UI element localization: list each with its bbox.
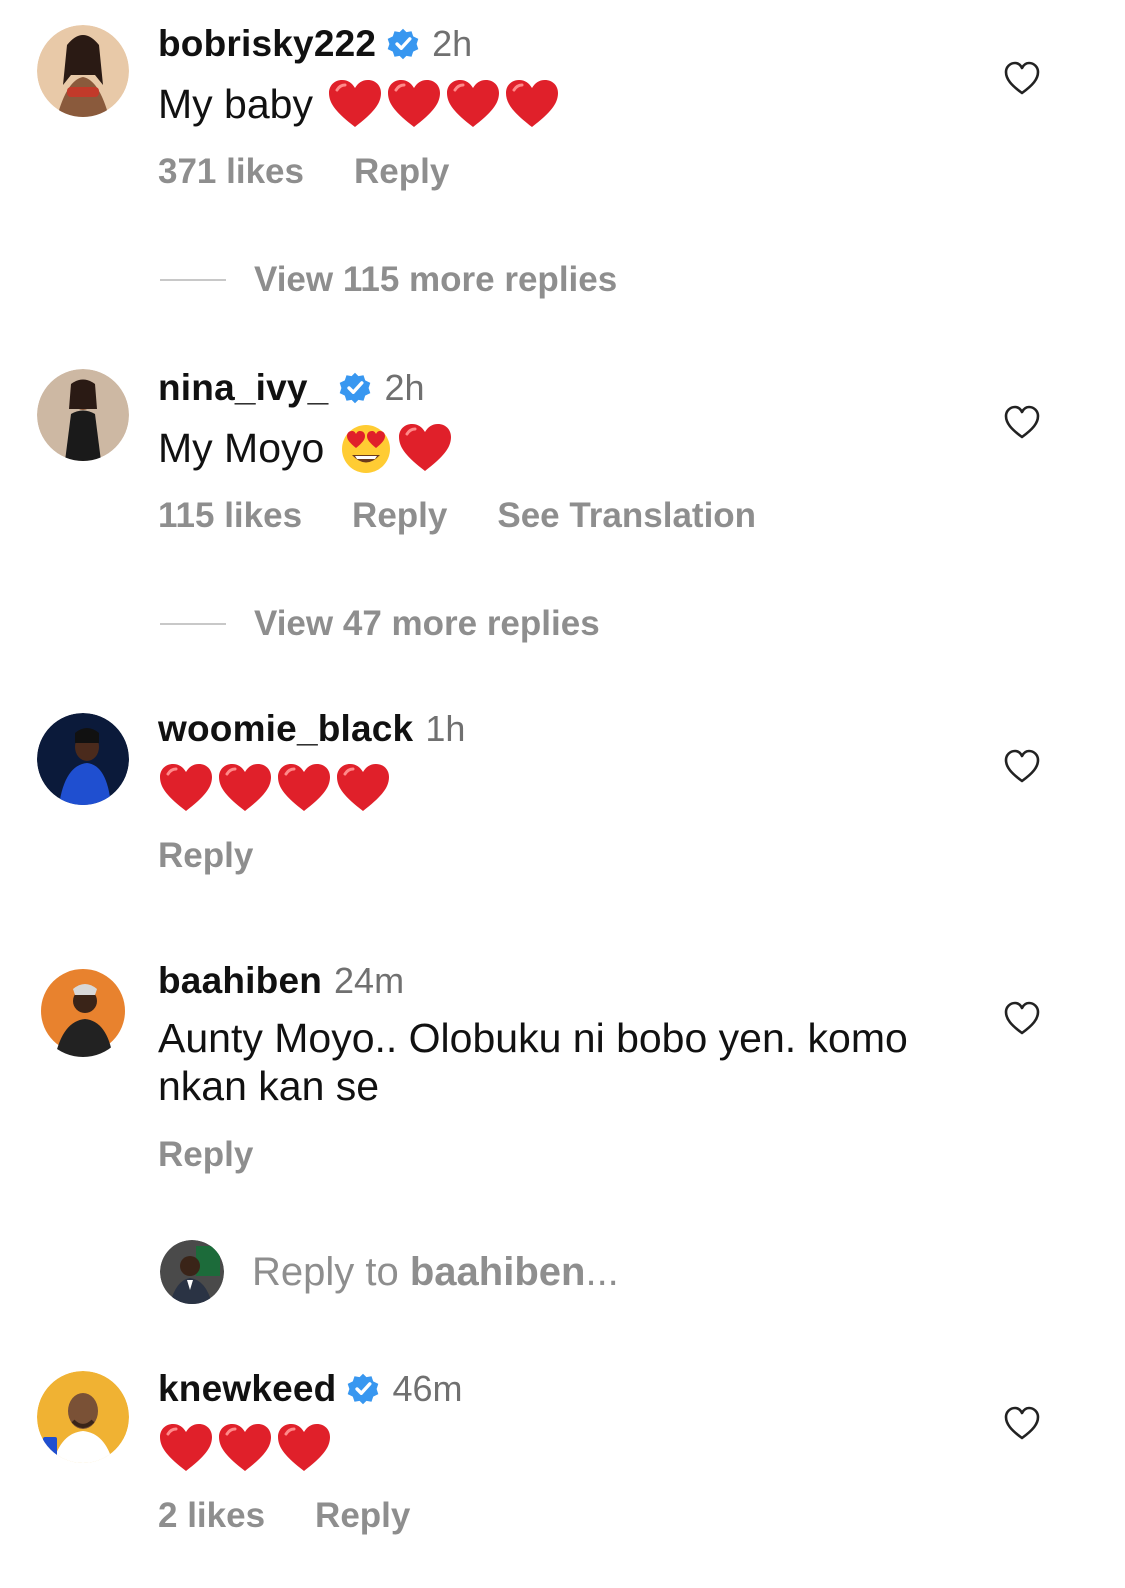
comment-actions: Reply (158, 834, 253, 878)
reply-composer[interactable]: Reply to baahiben... (160, 1240, 619, 1304)
username[interactable]: baahiben (158, 960, 322, 1002)
comment-actions: 2 likes Reply (158, 1494, 410, 1538)
avatar[interactable] (37, 713, 129, 805)
like-heart-icon[interactable] (1003, 1405, 1041, 1441)
reply-button[interactable]: Reply (158, 836, 253, 876)
heart-eyes-icon (338, 422, 394, 474)
red-heart-icon (335, 762, 391, 814)
avatar[interactable] (37, 369, 129, 461)
comment-text (158, 762, 958, 814)
timestamp: 2h (432, 23, 473, 64)
divider (160, 279, 226, 281)
verified-badge-icon (346, 1372, 380, 1406)
red-heart-icon (217, 1422, 273, 1474)
verified-badge-icon (338, 371, 372, 405)
like-heart-icon[interactable] (1003, 404, 1041, 440)
comment-text: My Moyo (158, 422, 958, 474)
reply-button[interactable]: Reply (354, 152, 449, 192)
comment-text: Aunty Moyo.. Olobuku ni bobo yen. komo n… (158, 1014, 958, 1110)
timestamp: 1h (425, 708, 466, 749)
red-heart-icon (445, 78, 501, 130)
red-heart-icon (276, 1422, 332, 1474)
divider (160, 623, 226, 625)
likes-count[interactable]: 2 likes (158, 1496, 265, 1536)
comment-header: baahiben 24m (158, 959, 404, 1003)
username[interactable]: bobrisky222 (158, 23, 376, 65)
reply-button[interactable]: Reply (315, 1496, 410, 1536)
avatar[interactable] (37, 965, 129, 1057)
comment-header: knewkeed 46m (158, 1367, 463, 1411)
comment-text (158, 1422, 958, 1474)
timestamp: 2h (384, 367, 425, 408)
comment-text-content: Aunty Moyo.. Olobuku ni bobo yen. komo n… (158, 1015, 908, 1109)
red-heart-icon (397, 422, 453, 474)
like-heart-icon[interactable] (1003, 1000, 1041, 1036)
username[interactable]: knewkeed (158, 1368, 336, 1410)
reply-input-placeholder[interactable]: Reply to baahiben... (252, 1250, 619, 1295)
like-heart-icon[interactable] (1003, 748, 1041, 784)
comment-actions: 371 likes Reply (158, 150, 449, 194)
comment-actions: 115 likes Reply See Translation (158, 494, 756, 538)
comment-text-content: My Moyo (158, 425, 325, 471)
view-replies-label: View 115 more replies (254, 260, 618, 299)
red-heart-icon (327, 78, 383, 130)
comment-header: nina_ivy_ 2h (158, 366, 425, 410)
comment-header: bobrisky222 2h (158, 22, 472, 66)
red-heart-icon (158, 1422, 214, 1474)
red-heart-icon (276, 762, 332, 814)
red-heart-icon (158, 762, 214, 814)
red-heart-icon (504, 78, 560, 130)
likes-count[interactable]: 115 likes (158, 496, 302, 536)
timestamp: 24m (334, 960, 405, 1001)
view-more-replies-button[interactable]: View 115 more replies (160, 258, 617, 302)
view-more-replies-button[interactable]: View 47 more replies (160, 602, 600, 646)
comment-header: woomie_black 1h (158, 707, 465, 751)
red-heart-icon (386, 78, 442, 130)
comment-text: My baby (158, 78, 958, 130)
current-user-avatar (160, 1240, 224, 1304)
reply-button[interactable]: Reply (158, 1135, 253, 1175)
username[interactable]: woomie_black (158, 708, 413, 750)
comment-actions: Reply (158, 1133, 253, 1177)
red-heart-icon (217, 762, 273, 814)
view-replies-label: View 47 more replies (254, 604, 600, 643)
comment-text-content: My baby (158, 81, 313, 127)
avatar[interactable] (37, 25, 129, 117)
verified-badge-icon (386, 27, 420, 61)
timestamp: 46m (392, 1368, 463, 1409)
avatar[interactable] (37, 1371, 129, 1463)
likes-count[interactable]: 371 likes (158, 152, 304, 192)
like-heart-icon[interactable] (1003, 60, 1041, 96)
see-translation-button[interactable]: See Translation (497, 496, 756, 536)
reply-button[interactable]: Reply (352, 496, 447, 536)
username[interactable]: nina_ivy_ (158, 367, 328, 409)
